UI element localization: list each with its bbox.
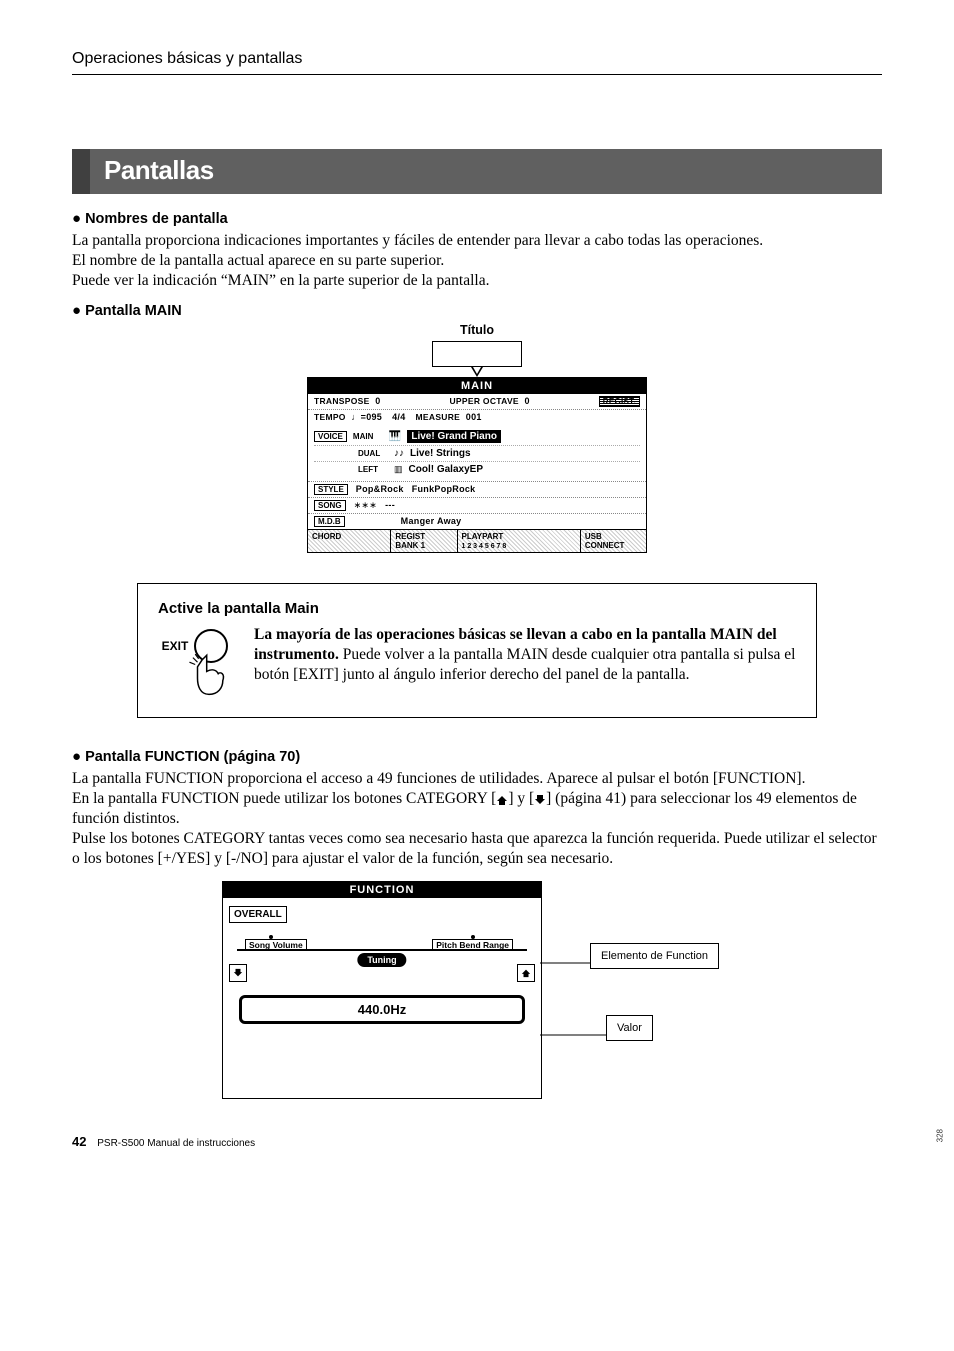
song-badge: SONG <box>314 500 346 511</box>
voice-left-name: Cool! GalaxyEP <box>409 464 483 475</box>
subhead-pantalla-main: ●Pantalla MAIN <box>72 302 882 319</box>
lcd-function: FUNCTION OVERALL Song Volume Pitch Bend … <box>222 881 542 1099</box>
side-page-code: 328 <box>935 1129 944 1142</box>
style-badge: STYLE <box>314 484 348 495</box>
keyboard-icon: ▥ <box>394 464 403 475</box>
lcd-function-title: FUNCTION <box>223 882 541 898</box>
bottom-connect: CONNECT <box>585 541 625 550</box>
overall-box: OVERALL <box>229 906 287 923</box>
bottom-nums: 1 2 3 4 5 6 7 8 <box>462 543 507 550</box>
callout-active-main: Active la pantalla Main EXIT La mayoría … <box>137 583 817 718</box>
bullet-icon: ● <box>72 210 81 227</box>
nombres-p3: Puede ver la indicación “MAIN” en la par… <box>72 271 882 291</box>
category-up-icon <box>496 794 508 806</box>
titulo-callout-box <box>432 341 522 367</box>
regist-badge: REGIST. <box>599 396 640 407</box>
nombres-p2: El nombre de la pantalla actual aparece … <box>72 251 882 271</box>
exit-label: EXIT <box>162 639 189 653</box>
category-down-icon <box>534 794 546 806</box>
voice-badge: VOICE <box>314 431 347 442</box>
strings-icon: ♪♪ <box>394 448 404 459</box>
slider-selected: Tuning <box>357 953 406 967</box>
function-p2: En la pantalla FUNCTION puede utilizar l… <box>72 789 882 829</box>
bottom-regist: REGISTBANK 1 <box>391 530 457 552</box>
tempo-label: TEMPO <box>314 412 346 422</box>
callout-elemento: Elemento de Function <box>590 943 719 969</box>
subhead-nombres: ●Nombres de pantalla <box>72 210 882 227</box>
titulo-pointer-icon <box>471 367 483 377</box>
category-up-button[interactable] <box>517 964 535 982</box>
song-icon: ∗∗∗ <box>354 500 378 511</box>
subhead-nombres-text: Nombres de pantalla <box>85 211 228 227</box>
lcd-main: MAIN TRANSPOSE 0 UPPER OCTAVE 0 REGIST. … <box>307 377 647 553</box>
voice-main-tag: MAIN <box>353 432 383 441</box>
style-cat: Pop&Rock <box>356 484 404 495</box>
callout-text: La mayoría de las operaciones básicas se… <box>254 625 796 684</box>
nombres-p1: La pantalla proporciona indicaciones imp… <box>72 231 882 251</box>
voice-left-tag: LEFT <box>358 465 388 474</box>
function-p3: Pulse los botones CATEGORY tantas veces … <box>72 829 882 869</box>
doc-name: PSR-S500 Manual de instrucciones <box>97 1138 255 1149</box>
page-header-title: Operaciones básicas y pantallas <box>72 50 302 68</box>
page-number: 42 <box>72 1134 86 1149</box>
style-name: FunkPopRock <box>412 484 476 495</box>
subhead-pantalla-main-text: Pantalla MAIN <box>85 303 182 319</box>
callout-valor: Valor <box>606 1015 653 1041</box>
leader-line-icon <box>540 1025 610 1045</box>
bottom-bank: BANK 1 <box>395 541 425 550</box>
mdb-name: Manger Away <box>401 516 462 527</box>
function-value: 440.0Hz <box>239 995 525 1024</box>
measure-label: MEASURE <box>416 412 461 422</box>
lcd-main-title: MAIN <box>308 378 646 394</box>
page-footer: 42 PSR-S500 Manual de instrucciones <box>72 1134 255 1149</box>
bullet-icon: ● <box>72 302 81 319</box>
function-screen-figure: FUNCTION OVERALL Song Volume Pitch Bend … <box>72 881 882 1099</box>
voice-main-name: Live! Grand Piano <box>407 430 501 443</box>
subhead-function: ●Pantalla FUNCTION (página 70) <box>72 748 882 765</box>
bottom-usb: USBCONNECT <box>581 530 646 552</box>
voice-dual-name: Live! Strings <box>410 448 471 459</box>
piano-icon: 🎹 <box>389 431 401 442</box>
header-rule <box>72 74 882 75</box>
category-down-button[interactable] <box>229 964 247 982</box>
time-sig: 4/4 <box>392 412 405 422</box>
transpose-label: TRANSPOSE <box>314 396 370 406</box>
function-p1: La pantalla FUNCTION proporciona el acce… <box>72 769 882 789</box>
tempo-value: ♩=095 <box>351 412 382 422</box>
titulo-label: Título <box>307 323 647 337</box>
callout-title: Active la pantalla Main <box>158 600 796 617</box>
main-screen-figure: Título MAIN TRANSPOSE 0 UPPER OCTAVE 0 R… <box>307 323 647 553</box>
subhead-function-text: Pantalla FUNCTION (página 70) <box>85 749 300 765</box>
upper-octave-label: UPPER OCTAVE <box>449 396 518 406</box>
function-item-slider: Song Volume Pitch Bend Range Tuning <box>231 927 533 965</box>
bottom-chord: CHORD <box>308 530 391 552</box>
voice-dual-tag: DUAL <box>358 449 388 458</box>
section-bar-pantallas: Pantallas <box>72 149 882 194</box>
song-name: --- <box>385 500 395 511</box>
upper-octave-value: 0 <box>525 396 530 406</box>
hand-press-icon <box>186 653 232 699</box>
transpose-value: 0 <box>375 396 380 406</box>
mdb-badge: M.D.B <box>314 516 345 527</box>
bottom-playpart: PLAYPART1 2 3 4 5 6 7 8 <box>458 530 581 552</box>
measure-value: 001 <box>466 412 482 422</box>
bullet-icon: ● <box>72 748 81 765</box>
